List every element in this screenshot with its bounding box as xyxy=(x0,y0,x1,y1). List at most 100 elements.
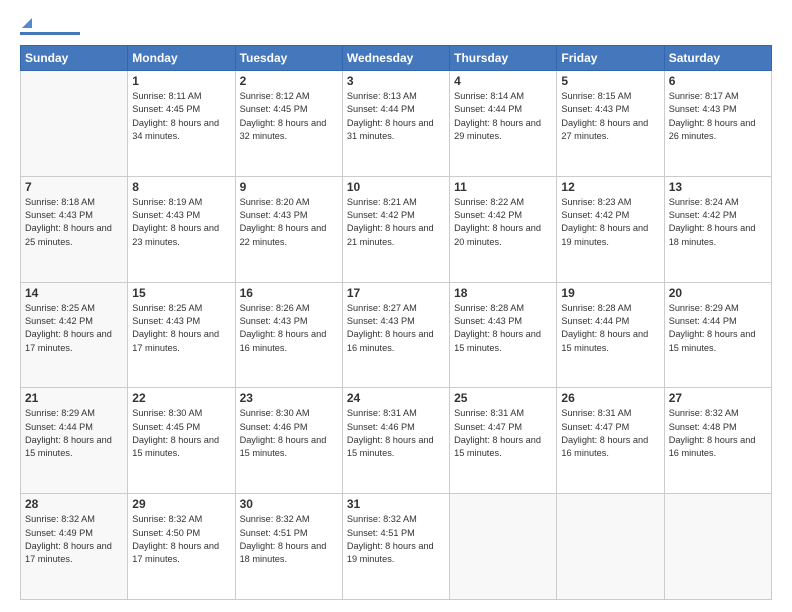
logo xyxy=(20,18,80,35)
calendar-cell xyxy=(450,494,557,600)
day-number: 31 xyxy=(347,497,445,511)
day-info: Sunrise: 8:21 AM Sunset: 4:42 PM Dayligh… xyxy=(347,196,445,249)
weekday-header-monday: Monday xyxy=(128,46,235,71)
day-info: Sunrise: 8:26 AM Sunset: 4:43 PM Dayligh… xyxy=(240,302,338,355)
day-info: Sunrise: 8:25 AM Sunset: 4:42 PM Dayligh… xyxy=(25,302,123,355)
day-info: Sunrise: 8:13 AM Sunset: 4:44 PM Dayligh… xyxy=(347,90,445,143)
day-number: 14 xyxy=(25,286,123,300)
day-info: Sunrise: 8:22 AM Sunset: 4:42 PM Dayligh… xyxy=(454,196,552,249)
calendar-cell: 9 Sunrise: 8:20 AM Sunset: 4:43 PM Daylig… xyxy=(235,176,342,282)
calendar-cell: 25 Sunrise: 8:31 AM Sunset: 4:47 PM Dayli… xyxy=(450,388,557,494)
calendar-cell: 6 Sunrise: 8:17 AM Sunset: 4:43 PM Daylig… xyxy=(664,71,771,177)
day-number: 2 xyxy=(240,74,338,88)
day-info: Sunrise: 8:20 AM Sunset: 4:43 PM Dayligh… xyxy=(240,196,338,249)
calendar-cell: 8 Sunrise: 8:19 AM Sunset: 4:43 PM Daylig… xyxy=(128,176,235,282)
calendar-cell: 29 Sunrise: 8:32 AM Sunset: 4:50 PM Dayli… xyxy=(128,494,235,600)
day-number: 9 xyxy=(240,180,338,194)
day-info: Sunrise: 8:32 AM Sunset: 4:50 PM Dayligh… xyxy=(132,513,230,566)
day-number: 20 xyxy=(669,286,767,300)
day-number: 18 xyxy=(454,286,552,300)
calendar-cell: 31 Sunrise: 8:32 AM Sunset: 4:51 PM Dayli… xyxy=(342,494,449,600)
weekday-header-friday: Friday xyxy=(557,46,664,71)
weekday-header-thursday: Thursday xyxy=(450,46,557,71)
calendar-cell: 24Sunrise: 8:31 AM Sunset: 4:46 PM Dayli… xyxy=(342,388,449,494)
day-number: 8 xyxy=(132,180,230,194)
day-number: 26 xyxy=(561,391,659,405)
weekday-header-tuesday: Tuesday xyxy=(235,46,342,71)
logo-underline xyxy=(20,32,80,35)
calendar-cell: 2 Sunrise: 8:12 AM Sunset: 4:45 PM Daylig… xyxy=(235,71,342,177)
day-info: Sunrise: 8:29 AM Sunset: 4:44 PM Dayligh… xyxy=(669,302,767,355)
calendar-cell: 30 Sunrise: 8:32 AM Sunset: 4:51 PM Dayli… xyxy=(235,494,342,600)
calendar-cell: 11 Sunrise: 8:22 AM Sunset: 4:42 PM Dayli… xyxy=(450,176,557,282)
calendar-cell: 16 Sunrise: 8:26 AM Sunset: 4:43 PM Dayli… xyxy=(235,282,342,388)
day-info: Sunrise: 8:30 AM Sunset: 4:45 PM Dayligh… xyxy=(132,407,230,460)
logo-arrow-icon xyxy=(22,18,32,28)
calendar-cell: 26 Sunrise: 8:31 AM Sunset: 4:47 PM Dayli… xyxy=(557,388,664,494)
calendar-cell: 1 Sunrise: 8:11 AM Sunset: 4:45 PM Daylig… xyxy=(128,71,235,177)
weekday-header-wednesday: Wednesday xyxy=(342,46,449,71)
calendar-cell: 18Sunrise: 8:28 AM Sunset: 4:43 PM Dayli… xyxy=(450,282,557,388)
day-info: Sunrise: 8:27 AM Sunset: 4:43 PM Dayligh… xyxy=(347,302,445,355)
page: SundayMondayTuesdayWednesdayThursdayFrid… xyxy=(0,0,792,612)
day-number: 10 xyxy=(347,180,445,194)
day-info: Sunrise: 8:31 AM Sunset: 4:47 PM Dayligh… xyxy=(454,407,552,460)
day-number: 3 xyxy=(347,74,445,88)
weekday-header-saturday: Saturday xyxy=(664,46,771,71)
day-info: Sunrise: 8:31 AM Sunset: 4:46 PM Dayligh… xyxy=(347,407,445,460)
day-info: Sunrise: 8:12 AM Sunset: 4:45 PM Dayligh… xyxy=(240,90,338,143)
calendar-cell: 15 Sunrise: 8:25 AM Sunset: 4:43 PM Dayli… xyxy=(128,282,235,388)
calendar-cell: 17Sunrise: 8:27 AM Sunset: 4:43 PM Dayli… xyxy=(342,282,449,388)
calendar-cell: 19Sunrise: 8:28 AM Sunset: 4:44 PM Dayli… xyxy=(557,282,664,388)
day-info: Sunrise: 8:31 AM Sunset: 4:47 PM Dayligh… xyxy=(561,407,659,460)
calendar-cell: 22Sunrise: 8:30 AM Sunset: 4:45 PM Dayli… xyxy=(128,388,235,494)
calendar-cell: 12Sunrise: 8:23 AM Sunset: 4:42 PM Dayli… xyxy=(557,176,664,282)
calendar-table: SundayMondayTuesdayWednesdayThursdayFrid… xyxy=(20,45,772,600)
day-number: 28 xyxy=(25,497,123,511)
calendar-cell: 7 Sunrise: 8:18 AM Sunset: 4:43 PM Daylig… xyxy=(21,176,128,282)
day-number: 6 xyxy=(669,74,767,88)
calendar-cell xyxy=(557,494,664,600)
day-number: 4 xyxy=(454,74,552,88)
day-info: Sunrise: 8:29 AM Sunset: 4:44 PM Dayligh… xyxy=(25,407,123,460)
calendar-cell: 28 Sunrise: 8:32 AM Sunset: 4:49 PM Dayli… xyxy=(21,494,128,600)
weekday-header-sunday: Sunday xyxy=(21,46,128,71)
day-number: 11 xyxy=(454,180,552,194)
calendar-cell xyxy=(664,494,771,600)
day-number: 30 xyxy=(240,497,338,511)
day-number: 16 xyxy=(240,286,338,300)
day-number: 1 xyxy=(132,74,230,88)
day-info: Sunrise: 8:18 AM Sunset: 4:43 PM Dayligh… xyxy=(25,196,123,249)
day-info: Sunrise: 8:30 AM Sunset: 4:46 PM Dayligh… xyxy=(240,407,338,460)
day-info: Sunrise: 8:32 AM Sunset: 4:49 PM Dayligh… xyxy=(25,513,123,566)
day-number: 29 xyxy=(132,497,230,511)
calendar-cell: 20 Sunrise: 8:29 AM Sunset: 4:44 PM Dayli… xyxy=(664,282,771,388)
day-info: Sunrise: 8:19 AM Sunset: 4:43 PM Dayligh… xyxy=(132,196,230,249)
calendar-cell: 21 Sunrise: 8:29 AM Sunset: 4:44 PM Dayli… xyxy=(21,388,128,494)
calendar-cell: 14 Sunrise: 8:25 AM Sunset: 4:42 PM Dayli… xyxy=(21,282,128,388)
day-number: 25 xyxy=(454,391,552,405)
day-info: Sunrise: 8:11 AM Sunset: 4:45 PM Dayligh… xyxy=(132,90,230,143)
day-info: Sunrise: 8:28 AM Sunset: 4:44 PM Dayligh… xyxy=(561,302,659,355)
day-info: Sunrise: 8:32 AM Sunset: 4:51 PM Dayligh… xyxy=(347,513,445,566)
header xyxy=(20,18,772,35)
day-info: Sunrise: 8:23 AM Sunset: 4:42 PM Dayligh… xyxy=(561,196,659,249)
day-number: 7 xyxy=(25,180,123,194)
calendar-cell: 10 Sunrise: 8:21 AM Sunset: 4:42 PM Dayli… xyxy=(342,176,449,282)
calendar-cell xyxy=(21,71,128,177)
day-number: 15 xyxy=(132,286,230,300)
day-info: Sunrise: 8:32 AM Sunset: 4:48 PM Dayligh… xyxy=(669,407,767,460)
calendar-cell: 3 Sunrise: 8:13 AM Sunset: 4:44 PM Daylig… xyxy=(342,71,449,177)
day-info: Sunrise: 8:24 AM Sunset: 4:42 PM Dayligh… xyxy=(669,196,767,249)
calendar-cell: 23Sunrise: 8:30 AM Sunset: 4:46 PM Dayli… xyxy=(235,388,342,494)
day-info: Sunrise: 8:25 AM Sunset: 4:43 PM Dayligh… xyxy=(132,302,230,355)
day-info: Sunrise: 8:14 AM Sunset: 4:44 PM Dayligh… xyxy=(454,90,552,143)
calendar-cell: 27 Sunrise: 8:32 AM Sunset: 4:48 PM Dayli… xyxy=(664,388,771,494)
day-number: 27 xyxy=(669,391,767,405)
day-info: Sunrise: 8:32 AM Sunset: 4:51 PM Dayligh… xyxy=(240,513,338,566)
calendar-cell: 4 Sunrise: 8:14 AM Sunset: 4:44 PM Daylig… xyxy=(450,71,557,177)
day-number: 5 xyxy=(561,74,659,88)
day-info: Sunrise: 8:17 AM Sunset: 4:43 PM Dayligh… xyxy=(669,90,767,143)
day-number: 13 xyxy=(669,180,767,194)
day-number: 21 xyxy=(25,391,123,405)
